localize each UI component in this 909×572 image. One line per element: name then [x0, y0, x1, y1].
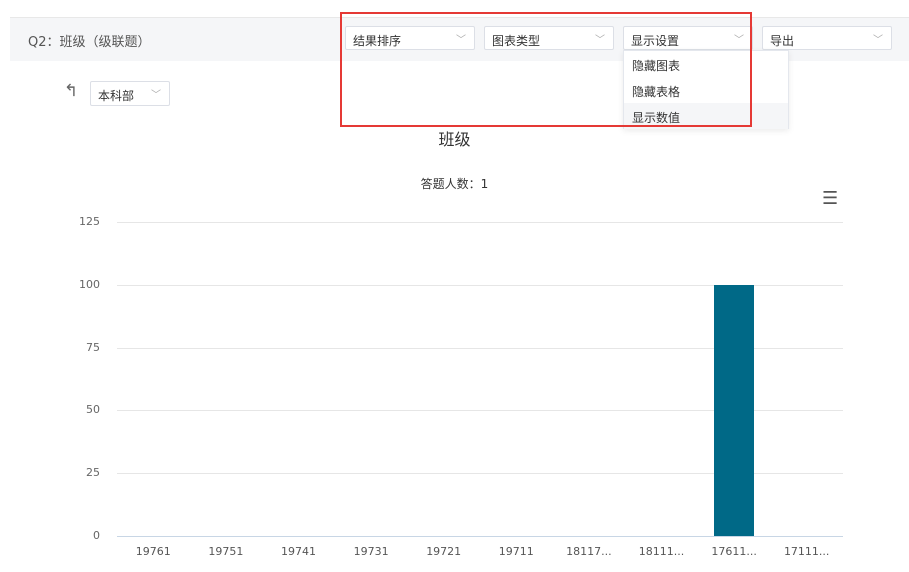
x-tick-label: 19711	[498, 545, 534, 558]
question-title: Q2：班级（级联题）	[28, 35, 151, 50]
x-tick-label: 19751	[208, 545, 244, 558]
y-tick-label: 100	[79, 277, 100, 291]
x-tick-label: 18117...	[566, 545, 612, 558]
export-label: 导出	[770, 34, 795, 48]
x-tick-label: 19731	[353, 545, 389, 558]
gridline	[117, 222, 843, 223]
hamburger-menu-icon[interactable]: ☰	[822, 188, 838, 209]
up-arrow-return-icon[interactable]: ↰	[64, 81, 78, 101]
gridline	[117, 536, 843, 537]
y-tick-label: 125	[79, 215, 100, 228]
y-tick-label: 75	[86, 340, 100, 354]
chevron-down-icon: ﹀	[151, 90, 161, 101]
y-tick-label: 25	[86, 466, 100, 480]
chart-subtitle: 答题人数：1	[420, 177, 489, 191]
x-tick-label: 17111...	[783, 545, 830, 558]
x-tick-label: 19721	[426, 545, 462, 558]
x-tick-label: 18111...	[638, 545, 685, 558]
export-select[interactable]: 导出 ﹀	[762, 26, 892, 50]
highlight-box	[340, 12, 752, 127]
level-select-label: 本科部	[98, 89, 135, 103]
chevron-down-icon: ﹀	[873, 35, 883, 46]
y-tick-label: 50	[86, 403, 100, 417]
x-tick-label: 19761	[135, 545, 171, 558]
level-select[interactable]: 本科部 ﹀	[90, 81, 170, 106]
y-tick-label: 0	[93, 529, 100, 542]
x-tick-label: 19741	[280, 545, 316, 558]
x-tick-label: 17611...	[711, 545, 757, 558]
bar[interactable]	[714, 284, 755, 536]
chart-title: 班级	[438, 130, 471, 149]
